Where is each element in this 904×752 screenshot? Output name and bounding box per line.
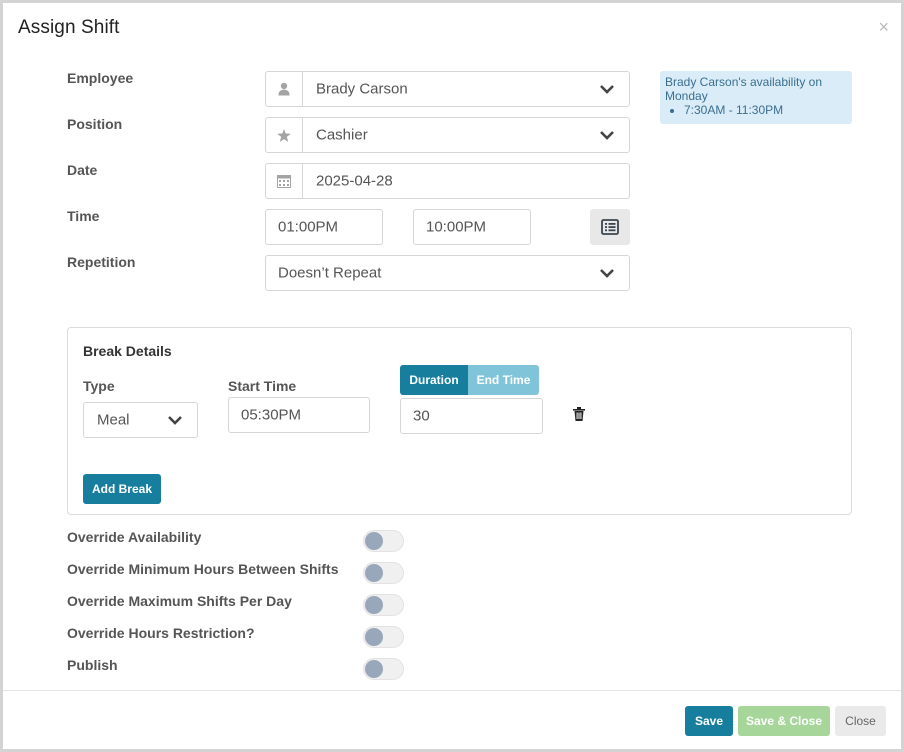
position-select[interactable]: Cashier	[265, 117, 630, 153]
override-availability-toggle[interactable]	[363, 530, 404, 552]
toggle-knob	[365, 532, 383, 550]
break-duration-input[interactable]: 30	[400, 398, 543, 434]
date-label: Date	[67, 162, 98, 178]
add-break-button[interactable]: Add Break	[83, 474, 161, 504]
repetition-label: Repetition	[67, 254, 136, 270]
start-time-value: 01:00PM	[278, 218, 339, 236]
position-label: Position	[67, 116, 123, 132]
trash-icon[interactable]	[573, 407, 585, 421]
calendar-icon	[266, 164, 303, 198]
override-availability-label: Override Availability	[67, 529, 202, 545]
break-details-title: Break Details	[83, 343, 172, 359]
save-and-close-button[interactable]: Save & Close	[738, 706, 830, 736]
override-max-shifts-toggle[interactable]	[363, 594, 404, 616]
end-time-value: 10:00PM	[426, 218, 487, 236]
chevron-down-icon	[168, 416, 182, 425]
save-button[interactable]: Save	[685, 706, 733, 736]
assign-shift-dialog: Assign Shift × Employee Brady Carson Pos…	[0, 0, 904, 752]
dialog-title: Assign Shift	[18, 17, 120, 38]
star-icon	[266, 118, 303, 152]
repetition-value: Doesn’t Repeat	[278, 264, 382, 282]
availability-info: Brady Carson's availability on Monday 7:…	[660, 71, 852, 124]
toggle-knob	[365, 660, 383, 678]
override-min-hours-toggle[interactable]	[363, 562, 404, 584]
override-hours-restriction-toggle[interactable]	[363, 626, 404, 648]
date-value: 2025-04-28	[316, 172, 393, 190]
user-icon	[266, 72, 303, 106]
availability-item: 7:30AM - 11:30PM	[684, 103, 847, 117]
toggle-knob	[365, 564, 383, 582]
override-min-hours-label: Override Minimum Hours Between Shifts	[67, 561, 339, 577]
availability-heading: Brady Carson's availability on Monday	[665, 75, 823, 103]
break-details-panel: Break Details Type Meal Start Time 05:30…	[67, 327, 852, 515]
footer-divider	[3, 690, 901, 691]
duration-tab[interactable]: Duration	[400, 365, 468, 395]
time-list-button[interactable]	[590, 209, 630, 245]
override-hours-restriction-label: Override Hours Restriction?	[67, 625, 255, 641]
availability-list: 7:30AM - 11:30PM	[684, 103, 847, 117]
override-max-shifts-label: Override Maximum Shifts Per Day	[67, 593, 292, 609]
employee-select[interactable]: Brady Carson	[265, 71, 630, 107]
repetition-select[interactable]: Doesn’t Repeat	[265, 255, 630, 291]
chevron-down-icon	[600, 269, 614, 278]
start-time-input[interactable]: 01:00PM	[265, 209, 383, 245]
chevron-down-icon	[600, 85, 614, 94]
close-icon[interactable]: ×	[878, 18, 889, 36]
break-start-label: Start Time	[228, 378, 297, 394]
close-button[interactable]: Close	[835, 706, 886, 736]
position-value: Cashier	[316, 126, 368, 144]
toggle-knob	[365, 596, 383, 614]
publish-toggle[interactable]	[363, 658, 404, 680]
end-time-tab[interactable]: End Time	[468, 365, 539, 395]
break-start-input[interactable]: 05:30PM	[228, 397, 370, 433]
break-duration-value: 30	[413, 407, 430, 425]
break-type-value: Meal	[97, 411, 130, 429]
break-type-label: Type	[83, 378, 115, 394]
end-time-input[interactable]: 10:00PM	[413, 209, 531, 245]
list-icon	[601, 219, 619, 235]
publish-label: Publish	[67, 657, 118, 673]
date-input[interactable]: 2025-04-28	[265, 163, 630, 199]
break-start-value: 05:30PM	[241, 406, 302, 424]
chevron-down-icon	[600, 131, 614, 140]
break-mode-toggle: Duration End Time	[400, 365, 539, 395]
employee-value: Brady Carson	[316, 80, 408, 98]
employee-label: Employee	[67, 70, 134, 86]
time-label: Time	[67, 208, 100, 224]
break-type-select[interactable]: Meal	[83, 402, 198, 438]
toggle-knob	[365, 628, 383, 646]
